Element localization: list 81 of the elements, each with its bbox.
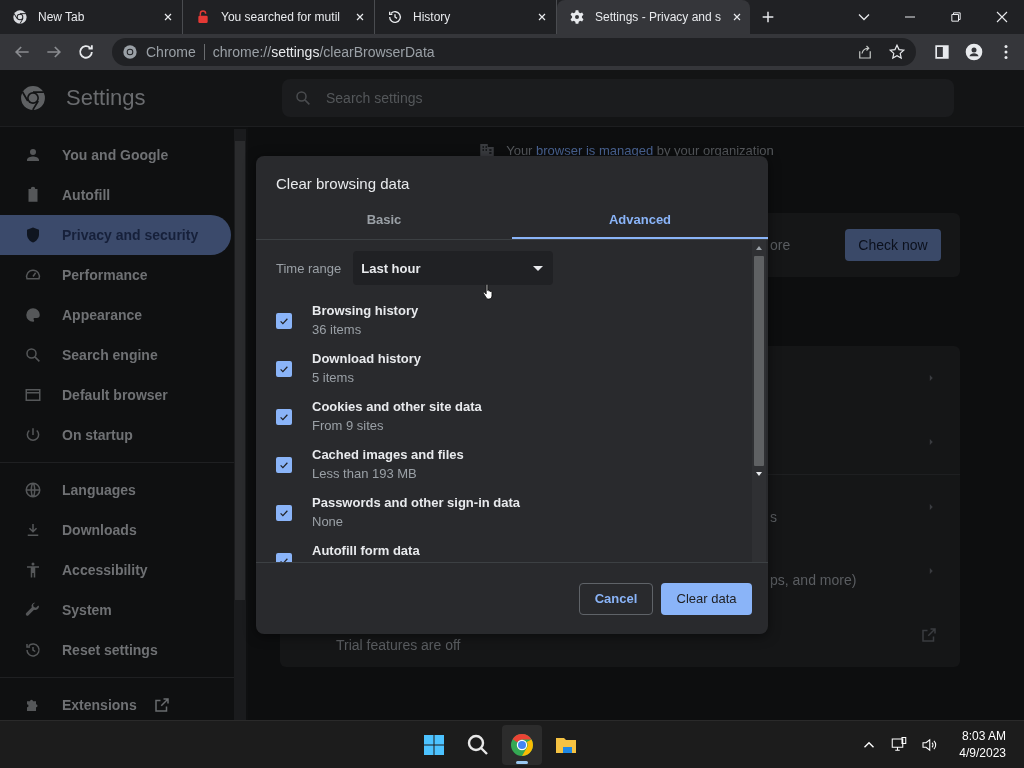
sidebar-item[interactable]: Downloads: [0, 510, 231, 550]
site-label: Chrome: [146, 44, 196, 60]
checkbox[interactable]: [276, 457, 292, 473]
sidebar-item[interactable]: Autofill: [0, 175, 231, 215]
item-detail: 5 items: [312, 370, 355, 385]
chrome-icon: [122, 44, 138, 60]
power-icon: [24, 426, 42, 444]
item-label: Autofill form data: [312, 543, 420, 558]
item-label: Cached images and files: [312, 447, 464, 462]
sidebar-item[interactable]: Extensions: [0, 685, 231, 720]
sidebar-item[interactable]: Default browser: [0, 375, 231, 415]
item-label: Cookies and other site data: [312, 399, 482, 414]
close-icon[interactable]: [162, 11, 174, 23]
address-bar[interactable]: Chrome chrome://settings/clearBrowserData: [112, 38, 916, 66]
share-icon[interactable]: [856, 43, 874, 61]
external-link-icon: [152, 696, 171, 714]
caret-icon: [533, 265, 544, 271]
palette-icon: [24, 306, 42, 324]
chrome-logo-icon: [20, 85, 46, 111]
wrench-icon: [24, 601, 42, 619]
sidebar-item[interactable]: You and Google: [0, 135, 231, 175]
item-label: Download history: [312, 351, 422, 366]
item-label: Passwords and other sign-in data: [312, 495, 521, 510]
building-icon: [478, 141, 497, 159]
person-icon: [24, 146, 42, 164]
clear-data-button[interactable]: Clear data: [661, 582, 752, 615]
time-range-label: Time range: [276, 260, 342, 276]
card-text: ps, and more): [770, 572, 858, 588]
sidebar-item[interactable]: On startup: [0, 415, 231, 455]
checkbox[interactable]: [276, 505, 292, 521]
plus-icon[interactable]: [760, 9, 776, 25]
scrollbar[interactable]: [752, 240, 766, 562]
settings-icon: [569, 9, 585, 25]
dialog-tab[interactable]: Advanced: [512, 201, 768, 239]
close-icon[interactable]: [536, 11, 548, 23]
shield-icon: [24, 226, 42, 244]
history-icon: [387, 9, 403, 25]
sidebar-item[interactable]: System: [0, 590, 231, 630]
scrollbar[interactable]: [234, 129, 246, 720]
check-now-button[interactable]: Check now: [845, 229, 941, 261]
url-text: chrome://settings/clearBrowserData: [212, 44, 435, 60]
close-icon[interactable]: [354, 11, 366, 23]
checkbox[interactable]: [276, 313, 292, 329]
item-label: Browsing history: [312, 303, 419, 318]
dialog-title: Clear browsing data: [275, 174, 411, 194]
search-icon: [24, 346, 42, 364]
search-icon: [294, 89, 312, 107]
time-range-dropdown[interactable]: Last hour: [353, 251, 554, 285]
sidebar-item[interactable]: Search engine: [0, 335, 231, 375]
item-detail: Less than 193 MB: [312, 466, 418, 481]
item-detail: None: [312, 514, 345, 529]
sidebar-item[interactable]: Performance: [0, 255, 231, 295]
clock[interactable]: 8:03 AM 4/9/2023: [959, 729, 1006, 760]
checkbox[interactable]: [276, 409, 292, 425]
browser-tab[interactable]: Settings - Privacy and s: [557, 0, 750, 34]
padlock-icon: [195, 9, 211, 25]
chrome-icon: [12, 9, 28, 25]
dialog-tab[interactable]: Basic: [256, 201, 512, 239]
item-detail: 36 items: [312, 322, 363, 337]
scroll-down-arrow-icon[interactable]: [756, 472, 762, 476]
cancel-button[interactable]: Cancel: [579, 582, 653, 615]
chrome-icon[interactable]: [501, 724, 542, 765]
browser-window-icon: [24, 386, 42, 404]
item-detail: From 9 sites: [312, 418, 385, 433]
accessibility-icon: [24, 561, 42, 579]
globe-icon: [24, 481, 42, 499]
card-text: s: [770, 509, 778, 525]
search-field[interactable]: Search settings: [282, 79, 954, 117]
hand-cursor-icon: [482, 282, 496, 302]
star-icon[interactable]: [888, 43, 906, 61]
sidebar-item[interactable]: Accessibility: [0, 550, 231, 590]
settings-title: Settings: [66, 85, 146, 111]
card-text: ore: [770, 237, 792, 253]
history-icon: [24, 641, 42, 659]
card-text: Trial features are off: [336, 637, 462, 653]
checkbox[interactable]: [276, 361, 292, 377]
managed-link[interactable]: browser is managed: [536, 142, 654, 158]
scroll-up-arrow-icon[interactable]: [756, 246, 762, 250]
sidebar-item[interactable]: Languages: [0, 470, 231, 510]
sidebar-item[interactable]: Appearance: [0, 295, 231, 335]
sidebar-item[interactable]: Reset settings: [0, 630, 231, 670]
